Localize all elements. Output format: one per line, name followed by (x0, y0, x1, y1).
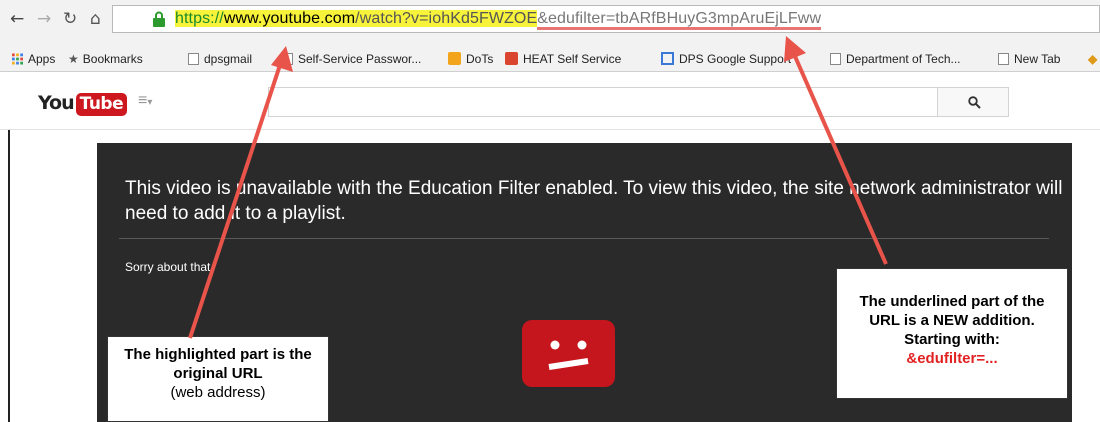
bookmark-label: Self-Service Passwor... (298, 52, 422, 66)
bookmark-overflow-icon[interactable]: ◆ (1088, 52, 1097, 66)
bookmark-bookmarks[interactable]: ★ Bookmarks (68, 52, 143, 66)
page-icon (188, 53, 199, 65)
annotation-right-bold: The underlined part of the URL is a NEW … (859, 293, 1045, 348)
url-path: /watch?v=iohKd5FWZOE (355, 10, 538, 27)
bookmark-label: Apps (28, 52, 56, 66)
bookmarks-bar: Apps ★ Bookmarks dpsgmail Self-Service Pa… (0, 46, 1100, 72)
bookmark-dps-google-support[interactable]: DPS Google Support (661, 52, 791, 66)
annotation-original-url: The highlighted part is the original URL… (107, 336, 329, 422)
star-icon: ★ (68, 52, 79, 66)
bookmark-label: dpsgmail (204, 52, 253, 66)
bookmark-label: Department of Tech... (846, 52, 961, 66)
back-arrow-icon[interactable]: ← (10, 9, 24, 29)
bookmark-label: HEAT Self Service (523, 52, 622, 66)
google-sites-icon (661, 52, 674, 65)
reload-icon[interactable]: ↻ (63, 9, 77, 29)
annotation-left-bold: The highlighted part is the original URL (124, 346, 312, 382)
bookmark-dots[interactable]: DoTs (448, 52, 493, 66)
bookmark-heat[interactable]: HEAT Self Service (505, 52, 621, 66)
bookmark-self-service-password[interactable]: Self-Service Passwor... (282, 52, 421, 66)
url-edufilter-param: &edufilter=tbARfBHuyG3mpAruEjLFww (537, 10, 822, 30)
url-original-highlight: https://www.youtube.com/watch?v=iohKd5FW… (175, 10, 538, 27)
youtube-logo[interactable]: You Tube (38, 92, 128, 118)
search-input[interactable] (268, 87, 938, 117)
bookmark-label: DoTs (466, 52, 494, 66)
search-icon (968, 96, 981, 109)
apps-grid-icon (12, 53, 23, 65)
page-icon (998, 53, 1009, 65)
bookmark-label: Bookmarks (82, 52, 143, 66)
sorry-text: Sorry about that. (125, 260, 214, 274)
page-icon (830, 53, 841, 65)
dots-icon (448, 52, 461, 65)
url-domain: www.youtube.com (223, 10, 356, 27)
logo-tube: Tube (75, 93, 128, 116)
unavailable-message: This video is unavailable with the Educa… (125, 178, 1063, 224)
page-edge (8, 130, 10, 422)
url-scheme: https:// (175, 10, 224, 27)
bookmark-dpsgmail[interactable]: dpsgmail (188, 52, 252, 66)
heat-icon (505, 52, 518, 65)
bookmark-apps[interactable]: Apps (12, 52, 55, 66)
annotation-left-normal: (web address) (170, 384, 266, 401)
forward-arrow-icon[interactable]: → (37, 9, 51, 29)
bookmark-new-tab[interactable]: New Tab (998, 52, 1060, 66)
annotation-right-red: &edufilter=... (906, 350, 998, 367)
annotation-new-parameter: The underlined part of the URL is a NEW … (836, 268, 1068, 399)
home-icon[interactable]: ⌂ (90, 9, 101, 29)
search-button[interactable] (937, 87, 1009, 117)
sad-face-icon (522, 320, 615, 387)
url-text[interactable]: https://www.youtube.com/watch?v=iohKd5FW… (175, 10, 822, 30)
bookmark-label: New Tab (1014, 52, 1061, 66)
lock-icon (153, 11, 165, 27)
bookmark-label: DPS Google Support (679, 52, 792, 66)
guide-menu-icon[interactable]: ≡▾ (138, 92, 152, 110)
bookmark-department-of-tech[interactable]: Department of Tech... (830, 52, 961, 66)
logo-you: You (38, 92, 75, 114)
page-icon (282, 53, 293, 65)
divider (119, 238, 1049, 239)
